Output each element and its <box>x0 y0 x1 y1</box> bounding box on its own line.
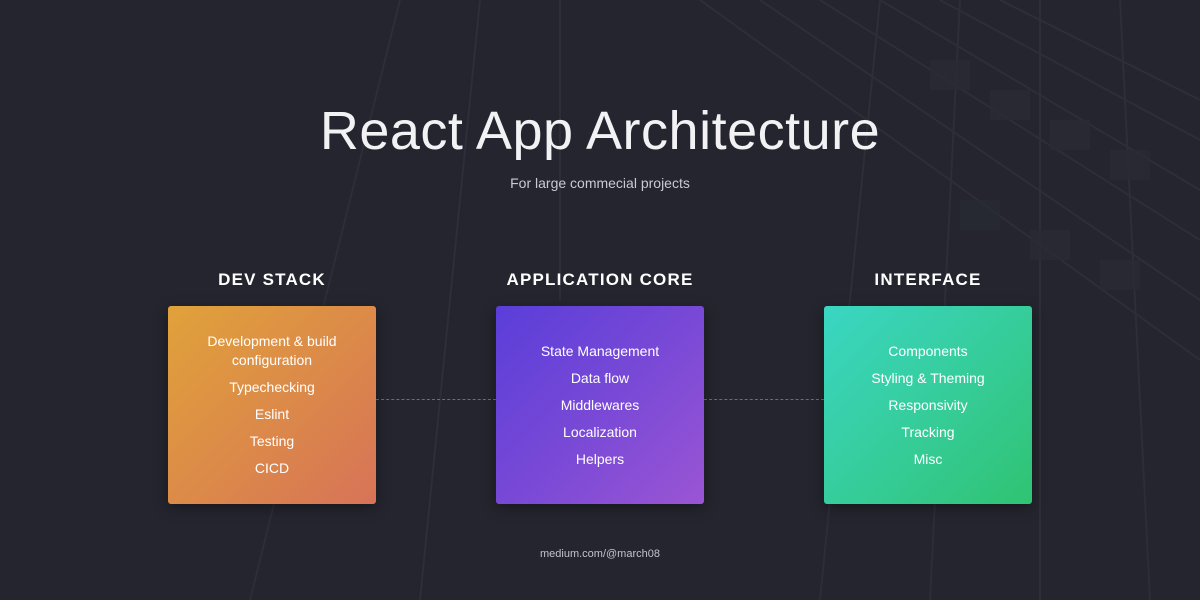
column-heading: DEV STACK <box>218 270 326 289</box>
card-item: Tracking <box>901 423 955 440</box>
card-item: Middlewares <box>560 396 640 413</box>
card-item: Typechecking <box>229 379 315 395</box>
card-interface: Components Styling & Theming Responsivit… <box>824 306 1032 504</box>
card-item: Components <box>888 342 968 359</box>
card-item: Misc <box>913 450 943 467</box>
card-item: Localization <box>563 423 637 440</box>
column-heading: INTERFACE <box>874 270 982 289</box>
card-item: State Management <box>540 342 660 359</box>
card-item: Development & build configuration <box>207 333 337 368</box>
card-item: Testing <box>249 433 295 449</box>
page-subtitle: For large commecial projects <box>510 175 690 191</box>
card-item: Styling & Theming <box>871 369 985 386</box>
card-item: Eslint <box>254 406 290 422</box>
card-item: Helpers <box>575 450 625 467</box>
background-architecture-decoration <box>249 0 1200 600</box>
card-dev-stack: Development & build configuration Typech… <box>168 306 376 504</box>
card-application-core: State Management Data flow Middlewares L… <box>496 306 704 504</box>
card-item: CICD <box>254 460 290 476</box>
connector-dev-to-core <box>376 399 496 400</box>
card-item: Responsivity <box>888 396 968 413</box>
column-heading: APPLICATION CORE <box>506 270 694 289</box>
card-item: Data flow <box>570 369 630 386</box>
connector-core-to-interface <box>704 399 824 400</box>
page-title: React App Architecture <box>319 101 881 161</box>
column-interface: INTERFACE Components Styling & Theming R… <box>824 270 1032 504</box>
footer-link[interactable]: medium.com/@march08 <box>0 548 1200 560</box>
column-application-core: APPLICATION CORE State Management Data f… <box>496 270 704 504</box>
column-dev-stack: DEV STACK Development & build configurat… <box>168 270 376 504</box>
